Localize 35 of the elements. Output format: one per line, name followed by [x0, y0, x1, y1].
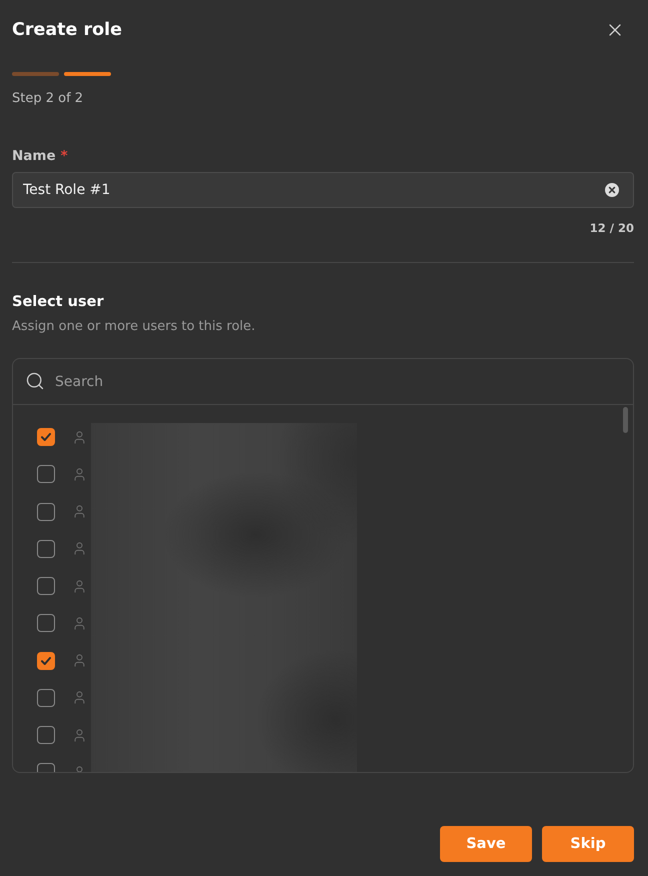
- field-label: Name: [12, 147, 56, 165]
- dialog-title: Create role: [12, 19, 122, 42]
- section-description: Assign one or more users to this role.: [12, 318, 256, 336]
- character-counter: 12 / 20: [590, 220, 634, 236]
- checkbox[interactable]: [37, 428, 55, 446]
- checkbox[interactable]: [37, 577, 55, 596]
- user-icon: [72, 616, 87, 631]
- search-icon: [25, 371, 45, 391]
- checkbox[interactable]: [37, 688, 55, 707]
- name-input[interactable]: Test Role #1: [12, 172, 634, 208]
- user-icon: [72, 430, 87, 445]
- checkbox[interactable]: [37, 652, 55, 670]
- checkbox[interactable]: [37, 540, 55, 558]
- checkbox[interactable]: [37, 614, 55, 632]
- user-icon: [72, 690, 87, 706]
- checkmark-icon: [41, 656, 51, 665]
- step-label: Step 2 of 2: [12, 90, 84, 108]
- user-icon: [72, 466, 87, 482]
- user-icon: [72, 653, 87, 668]
- required-mark: *: [60, 147, 68, 165]
- save-button[interactable]: Save: [440, 826, 532, 862]
- checkbox[interactable]: [37, 465, 55, 484]
- user-icon: [72, 578, 87, 594]
- scrollbar-thumb[interactable]: [623, 407, 628, 433]
- skip-button[interactable]: Skip: [542, 826, 634, 862]
- search-field[interactable]: Search: [13, 359, 633, 405]
- clear-button[interactable]: [605, 183, 619, 197]
- checkmark-icon: [41, 433, 51, 442]
- checkbox[interactable]: [37, 502, 55, 521]
- user-icon: [72, 504, 87, 520]
- checkbox[interactable]: [37, 726, 55, 744]
- section-title: Select user: [12, 293, 104, 312]
- user-icon: [72, 541, 87, 556]
- user-icon: [72, 728, 87, 743]
- clear-icon: [605, 183, 619, 197]
